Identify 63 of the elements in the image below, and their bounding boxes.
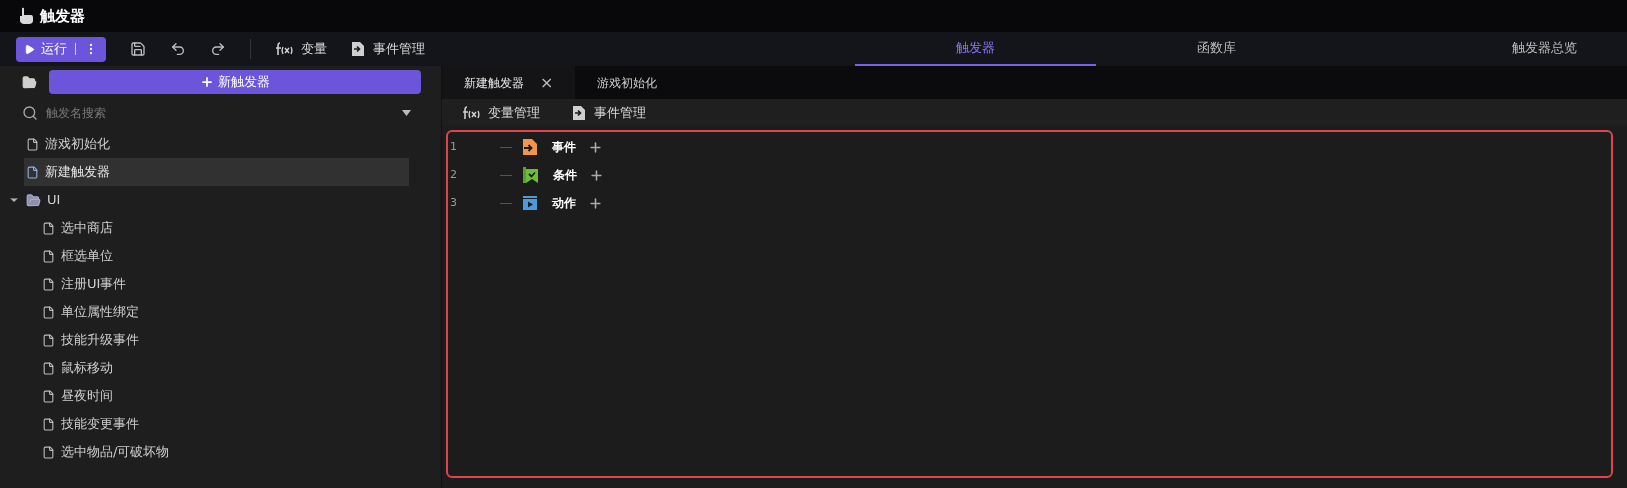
- line-number: 1: [449, 138, 458, 155]
- editor-tab[interactable]: 游戏初始化: [575, 66, 680, 99]
- play-icon: [24, 43, 35, 55]
- trigger-item[interactable]: 技能升级事件: [40, 326, 409, 354]
- add-icon[interactable]: [589, 167, 604, 183]
- trigger-item[interactable]: 游戏初始化: [24, 130, 409, 158]
- new-trigger-button[interactable]: 新触发器: [49, 70, 421, 94]
- trigger-item[interactable]: 单位属性绑定: [40, 298, 409, 326]
- document-arrow-icon: [351, 41, 365, 57]
- save-icon[interactable]: [130, 41, 146, 57]
- add-icon[interactable]: [588, 139, 603, 155]
- section-label: 事件: [552, 139, 576, 156]
- toolbar-button[interactable]: 事件管理: [572, 102, 646, 123]
- run-button[interactable]: 运行: [16, 36, 106, 62]
- trigger-item[interactable]: 注册UI事件: [40, 270, 409, 298]
- document-icon: [42, 333, 55, 347]
- folder-label: UI: [47, 191, 61, 210]
- document-icon: [26, 137, 39, 151]
- document-icon: [42, 361, 55, 375]
- document-icon: [42, 389, 55, 403]
- trigger-item[interactable]: 选中商店: [40, 214, 409, 242]
- line-number: 3: [449, 194, 458, 211]
- document-icon: [26, 165, 39, 179]
- document-icon: [42, 221, 55, 235]
- toolbar-button[interactable]: 变量管理: [462, 102, 540, 123]
- function-icon: [275, 42, 293, 56]
- section-label: 条件: [553, 167, 577, 184]
- document-icon: [42, 277, 55, 291]
- top-tab[interactable]: 函数库: [1095, 32, 1337, 66]
- folder-icon: [26, 192, 41, 208]
- document-arrow-icon: [522, 138, 538, 156]
- redo-icon[interactable]: [210, 41, 226, 57]
- document-arrow-icon: [572, 104, 586, 121]
- document-icon: [42, 445, 55, 459]
- plus-icon: [200, 75, 214, 89]
- flag-check-icon: [522, 166, 539, 184]
- document-icon: [42, 417, 55, 431]
- trigger-item[interactable]: 新建触发器: [24, 158, 409, 186]
- line-number: 2: [449, 166, 458, 183]
- play-window-icon: [522, 195, 538, 211]
- trigger-item[interactable]: 框选单位: [40, 242, 409, 270]
- add-icon[interactable]: [588, 195, 603, 211]
- trigger-item[interactable]: 选中物品/可破坏物: [40, 438, 409, 466]
- document-icon: [42, 305, 55, 319]
- window-title: 触发器: [40, 5, 85, 27]
- editor-tab[interactable]: 新建触发器 ×: [442, 66, 576, 99]
- dropdown-caret-icon: [402, 110, 411, 116]
- search-icon: [22, 105, 38, 121]
- trigger-item[interactable]: 昼夜时间: [40, 382, 409, 410]
- folder-icon[interactable]: [22, 74, 37, 90]
- pointing-hand-icon: [18, 7, 34, 25]
- function-icon: [462, 105, 480, 120]
- trigger-item[interactable]: 技能变更事件: [40, 410, 409, 438]
- toolbar-button[interactable]: 事件管理: [351, 39, 425, 59]
- folder-item[interactable]: UI: [0, 186, 441, 214]
- top-tab[interactable]: 触发器总览: [1336, 32, 1627, 66]
- document-icon: [42, 249, 55, 263]
- close-button[interactable]: ×: [540, 70, 554, 95]
- toolbar-button[interactable]: 变量: [275, 39, 327, 59]
- section-label: 动作: [552, 195, 576, 212]
- trigger-item[interactable]: 鼠标移动: [40, 354, 409, 382]
- search-field[interactable]: 触发名搜索: [46, 104, 394, 122]
- undo-icon[interactable]: [170, 41, 186, 57]
